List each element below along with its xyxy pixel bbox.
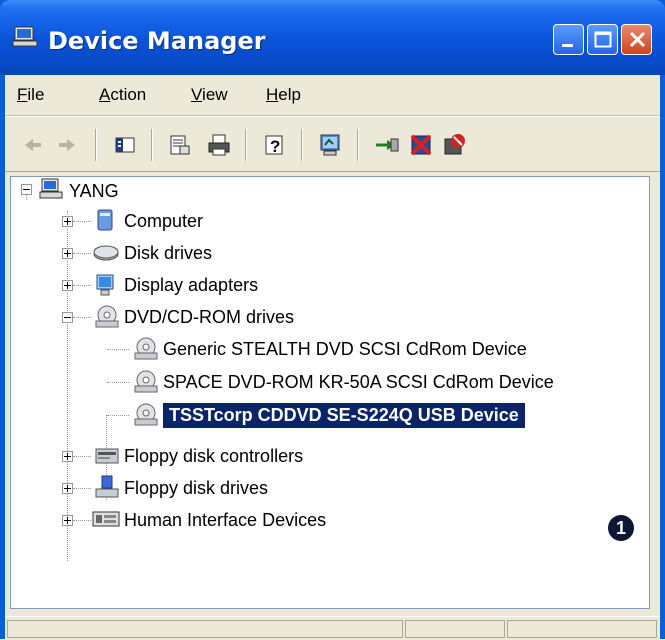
- device-manager-app-icon: [12, 26, 38, 47]
- menu-help-label: elp: [278, 85, 301, 104]
- floppy-controller-icon: [95, 448, 119, 464]
- collapse-dvd-cdrom-button[interactable]: [62, 312, 73, 323]
- hid-icon: [92, 511, 120, 527]
- expand-display-adapters-button[interactable]: [62, 280, 73, 291]
- help-icon[interactable]: ?: [261, 131, 289, 159]
- disable-device-icon[interactable]: [441, 131, 469, 159]
- tree-item-label: Generic STEALTH DVD SCSI CdRom Device: [163, 339, 527, 359]
- tree-item-label: Disk drives: [124, 243, 213, 263]
- tree-connector: [73, 253, 91, 255]
- toolbar-separator: [357, 129, 359, 161]
- forward-arrow-icon[interactable]: [53, 131, 81, 159]
- tree-connector: [73, 488, 91, 490]
- floppy-drive-icon: [95, 475, 119, 498]
- client-area: File Action View Help ? YANG Computer Di…: [5, 75, 660, 640]
- tree-connector: [73, 317, 91, 319]
- tree-item-label: Floppy disk controllers: [124, 446, 304, 466]
- menu-file-label: ile: [27, 85, 45, 104]
- cdrom-device-icon: [134, 370, 158, 393]
- scan-hardware-icon[interactable]: [317, 131, 345, 159]
- device-tree[interactable]: YANG Computer Disk drives Display adapte…: [10, 176, 650, 609]
- tree-item-label: DVD/CD-ROM drives: [124, 307, 295, 327]
- computer-root-icon: [39, 178, 63, 199]
- cdrom-device-icon: [134, 337, 158, 360]
- close-icon: [629, 31, 646, 48]
- tree-connector: [26, 195, 28, 200]
- toolbar-separator: [95, 129, 97, 161]
- close-button[interactable]: [621, 24, 652, 55]
- display-adapter-icon: [96, 274, 114, 296]
- maximize-icon: [594, 31, 612, 48]
- menu-help[interactable]: Help: [262, 85, 305, 105]
- uninstall-icon[interactable]: [407, 131, 435, 159]
- expand-computer-button[interactable]: [62, 216, 73, 227]
- menu-action[interactable]: Action: [95, 85, 150, 105]
- status-cell: [405, 620, 505, 638]
- computer-icon: [97, 209, 113, 231]
- tree-item-label: Floppy disk drives: [124, 478, 269, 498]
- toolbar-separator: [151, 129, 153, 161]
- status-bar: [5, 616, 660, 640]
- disk-drive-icon: [93, 245, 119, 261]
- tree-connector: [67, 211, 69, 561]
- callout-marker: 1: [608, 515, 634, 541]
- expand-hid-button[interactable]: [62, 515, 73, 526]
- tree-connector: [73, 520, 91, 522]
- tree-connector: [73, 456, 91, 458]
- menu-file[interactable]: File: [13, 85, 48, 105]
- tree-connector: [73, 221, 91, 223]
- tree-connector: [73, 285, 91, 287]
- toolbar-separator: [245, 129, 247, 161]
- selected-tree-item-label: TSSTcorp CDDVD SE-S224Q USB Device: [163, 403, 525, 428]
- tree-item-label: Human Interface Devices: [124, 510, 327, 530]
- expand-disk-drives-button[interactable]: [62, 248, 73, 259]
- cdrom-device-icon: [134, 403, 158, 426]
- tree-root-label: YANG: [69, 181, 119, 201]
- menu-action-accel: A: [99, 85, 111, 104]
- update-driver-icon[interactable]: [373, 131, 401, 159]
- tree-connector: [107, 415, 129, 417]
- toolbar: ?: [5, 116, 660, 172]
- menu-bar: File Action View Help: [5, 75, 660, 116]
- window-title: Device Manager: [48, 27, 266, 55]
- cdrom-icon: [95, 305, 119, 328]
- tree-item-label: Computer: [124, 211, 204, 231]
- expand-floppy-controllers-button[interactable]: [62, 451, 73, 462]
- status-cell: [7, 620, 403, 638]
- title-bar[interactable]: Device Manager: [0, 0, 665, 75]
- tree-connector: [107, 382, 129, 384]
- minimize-button[interactable]: [553, 24, 584, 55]
- tree-item-label: SPACE DVD-ROM KR-50A SCSI CdRom Device: [163, 372, 554, 392]
- back-arrow-icon[interactable]: [19, 131, 47, 159]
- show-hide-console-tree-icon[interactable]: [111, 131, 139, 159]
- expand-floppy-drives-button[interactable]: [62, 483, 73, 494]
- collapse-root-button[interactable]: [21, 184, 32, 195]
- menu-view-accel: V: [191, 85, 203, 104]
- maximize-button[interactable]: [587, 24, 618, 55]
- status-cell: [507, 620, 657, 638]
- properties-icon[interactable]: [165, 131, 193, 159]
- tree-connector: [107, 349, 129, 351]
- print-icon[interactable]: [205, 131, 233, 159]
- menu-action-label: ction: [110, 85, 147, 104]
- menu-help-accel: H: [266, 85, 279, 104]
- menu-view-label: iew: [202, 85, 228, 104]
- svg-text:?: ?: [270, 137, 280, 156]
- device-manager-window: Device Manager File Action View Help ? Y…: [0, 0, 665, 640]
- minimize-icon: [562, 44, 573, 47]
- toolbar-separator: [301, 129, 303, 161]
- tree-item-label: Display adapters: [124, 275, 259, 295]
- menu-view[interactable]: View: [187, 85, 232, 105]
- menu-file-accel: F: [17, 85, 28, 104]
